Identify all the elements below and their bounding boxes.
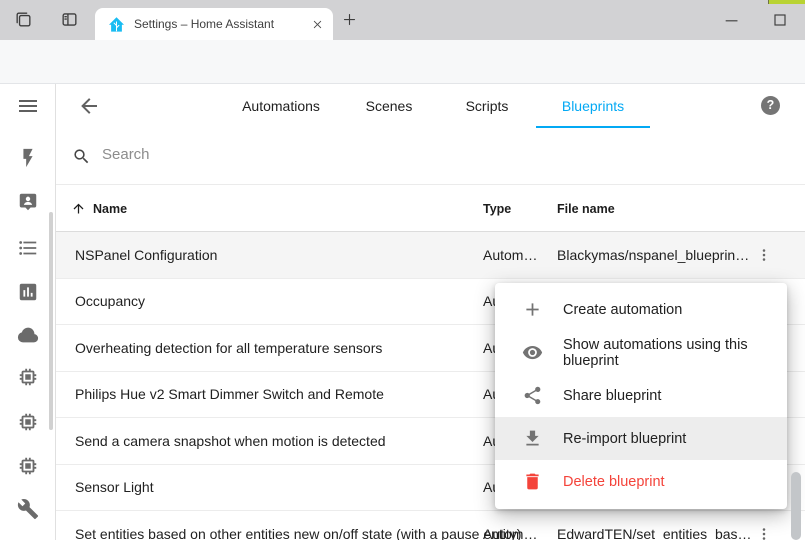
tab-scripts[interactable]: Scripts bbox=[455, 84, 519, 128]
blueprint-type: Autom… bbox=[483, 247, 537, 263]
menu-item-reimport-blueprint[interactable]: Re-import blueprint bbox=[495, 417, 787, 460]
eye-icon bbox=[522, 342, 543, 363]
menu-item-create-automation[interactable]: Create automation bbox=[495, 288, 787, 331]
menu-item-show-automations[interactable]: Show automations using this blueprint bbox=[495, 331, 787, 374]
browser-toolbar: Not secure homeassistant.local:8123/… bbox=[0, 40, 805, 84]
trash-icon bbox=[522, 471, 543, 492]
table-row-nspanel[interactable]: NSPanel Configuration Autom… Blackymas/n… bbox=[56, 232, 805, 279]
settings-header: Automations Scenes Scripts Blueprints ? bbox=[56, 84, 805, 128]
sidebar-item-history[interactable] bbox=[17, 281, 39, 303]
home-assistant-favicon bbox=[108, 16, 125, 33]
share-icon bbox=[522, 385, 543, 406]
sidebar-item-developer-tools[interactable] bbox=[17, 498, 39, 520]
column-header-name[interactable]: Name bbox=[93, 202, 127, 216]
blueprint-file-name: EdwardTEN/set_entities_bas… bbox=[557, 526, 752, 540]
row-overflow-menu-icon[interactable] bbox=[755, 525, 773, 540]
blueprint-name: Sensor Light bbox=[75, 479, 154, 495]
menu-item-share-blueprint[interactable]: Share blueprint bbox=[495, 374, 787, 417]
row-overflow-menu-icon[interactable] bbox=[755, 246, 773, 264]
download-icon bbox=[522, 428, 543, 449]
blueprint-file-name: Blackymas/nspanel_blueprin… bbox=[557, 247, 749, 263]
page-scrollbar[interactable] bbox=[791, 472, 801, 540]
sidebar-menu-icon[interactable] bbox=[16, 94, 40, 118]
sidebar-scrollbar[interactable] bbox=[49, 212, 53, 430]
sidebar-item-cloud[interactable] bbox=[17, 324, 39, 346]
help-icon[interactable]: ? bbox=[761, 96, 780, 115]
menu-item-delete-blueprint[interactable]: Delete blueprint bbox=[495, 460, 787, 503]
back-arrow-icon[interactable] bbox=[77, 94, 101, 118]
blueprint-name: Philips Hue v2 Smart Dimmer Switch and R… bbox=[75, 386, 384, 402]
blueprint-name: Set entities based on other entities new… bbox=[75, 526, 521, 540]
table-header: Name Type File name bbox=[56, 185, 805, 232]
window-maximize-icon[interactable] bbox=[770, 10, 790, 30]
blueprint-name: Overheating detection for all temperatur… bbox=[75, 340, 382, 356]
tab-automations[interactable]: Automations bbox=[230, 84, 332, 128]
blueprint-type: Autom… bbox=[483, 526, 537, 540]
blueprint-name: NSPanel Configuration bbox=[75, 247, 217, 263]
tab-scenes[interactable]: Scenes bbox=[357, 84, 421, 128]
sidebar-item-device-3[interactable] bbox=[17, 455, 39, 477]
sidebar-item-device-1[interactable] bbox=[17, 366, 39, 388]
new-tab-icon[interactable] bbox=[342, 12, 357, 27]
vertical-tabs-icon[interactable] bbox=[60, 10, 79, 29]
search-icon bbox=[72, 147, 91, 166]
blueprint-context-menu: Create automation Show automations using… bbox=[495, 283, 787, 509]
browser-title-bar: Settings – Home Assistant bbox=[0, 0, 805, 40]
sort-ascending-icon[interactable] bbox=[71, 201, 86, 216]
desktop-accent-strip bbox=[768, 0, 805, 4]
sidebar-item-energy[interactable] bbox=[17, 147, 39, 169]
table-row-set-entities[interactable]: Set entities based on other entities new… bbox=[56, 511, 805, 540]
window-minimize-icon[interactable] bbox=[722, 10, 742, 30]
sidebar bbox=[0, 84, 56, 540]
tab-close-icon[interactable] bbox=[312, 19, 323, 30]
sidebar-item-assist[interactable] bbox=[17, 191, 39, 213]
sidebar-item-device-2[interactable] bbox=[17, 411, 39, 433]
sidebar-item-todo-lists[interactable] bbox=[17, 237, 39, 259]
plus-icon bbox=[522, 299, 543, 320]
search-input[interactable] bbox=[102, 146, 502, 163]
blueprint-name: Send a camera snapshot when motion is de… bbox=[75, 433, 386, 449]
tab-actions-icon[interactable] bbox=[14, 10, 33, 29]
tab-title: Settings – Home Assistant bbox=[134, 17, 312, 31]
tab-blueprints[interactable]: Blueprints bbox=[536, 84, 650, 128]
search-row bbox=[56, 128, 805, 185]
column-header-type[interactable]: Type bbox=[483, 202, 511, 216]
column-header-file-name[interactable]: File name bbox=[557, 202, 615, 216]
browser-tab[interactable]: Settings – Home Assistant bbox=[95, 8, 333, 40]
blueprint-name: Occupancy bbox=[75, 293, 145, 309]
